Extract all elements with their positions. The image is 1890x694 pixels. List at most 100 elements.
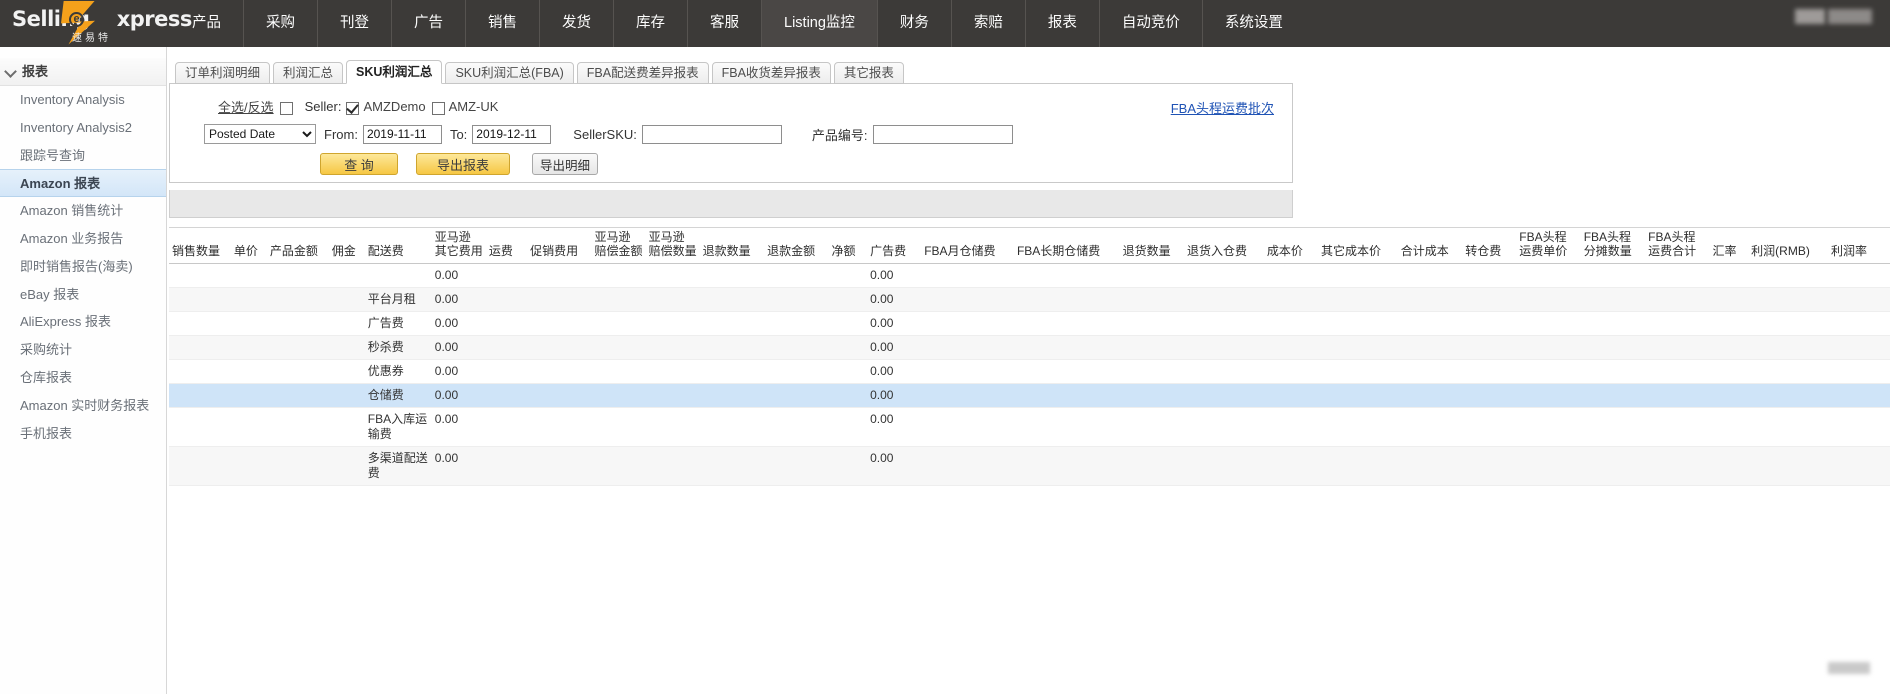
table-column-header-freight[interactable]: 运费	[485, 228, 528, 264]
date-type-select[interactable]: Posted DateOrder DateShipment Date	[204, 124, 316, 144]
table-cell-net	[828, 446, 868, 486]
table-cell-unit_price	[230, 311, 267, 336]
table-cell-cost_price	[1263, 335, 1318, 360]
nav-item-11[interactable]: 报表	[1024, 0, 1099, 47]
table-column-header-return_qty[interactable]: 退货数量	[1119, 228, 1184, 264]
nav-item-5[interactable]: 发货	[539, 0, 613, 47]
table-column-header-restock_fee[interactable]: 退货入仓费	[1183, 228, 1264, 264]
table-column-header-fba_unit_frt[interactable]: FBA头程 运费单价	[1516, 228, 1581, 264]
nav-item-2[interactable]: 刊登	[317, 0, 391, 47]
table-column-header-fba_alloc_qty[interactable]: FBA头程 分摊数量	[1580, 228, 1646, 264]
tab-1[interactable]: 利润汇总	[273, 62, 344, 84]
table-column-header-refund_qty[interactable]: 退款数量	[699, 228, 765, 264]
nav-item-13[interactable]: 系统设置	[1201, 0, 1305, 47]
table-cell-product_amount	[266, 407, 329, 447]
select-all-checkbox[interactable]	[279, 102, 293, 115]
table-cell-refund_qty	[699, 446, 765, 486]
nav-item-1[interactable]: 采购	[243, 0, 317, 47]
table-row[interactable]: 平台月租 0.00 0.00	[169, 287, 1890, 312]
tab-6[interactable]: 其它报表	[833, 62, 904, 84]
sidebar-item-0[interactable]: Inventory Analysis	[0, 86, 166, 114]
table-column-header-commission[interactable]: 佣金	[328, 228, 365, 264]
sidebar-item-4[interactable]: Amazon 销售统计	[0, 197, 166, 225]
nav-item-8[interactable]: Listing监控	[761, 0, 877, 47]
table-column-header-qty[interactable]: 销售数量	[169, 228, 231, 264]
table-row[interactable]: 秒杀费 0.00 0.00	[169, 335, 1890, 360]
table-column-header-fx_rate[interactable]: 汇率	[1709, 228, 1749, 264]
sidebar-item-1[interactable]: Inventory Analysis2	[0, 114, 166, 142]
table-column-header-fba_longterm[interactable]: FBA长期仓储费	[1013, 228, 1120, 264]
table-column-header-fba_frt_total[interactable]: FBA头程 运费合计	[1645, 228, 1710, 264]
table-column-header-promo[interactable]: 促销费用	[527, 228, 592, 264]
seller-checkbox-amzdemo[interactable]	[346, 102, 360, 115]
app-logo[interactable]: Selling xpress e 速易特	[0, 0, 192, 47]
select-all-toggle-link[interactable]: 全选/反选	[218, 97, 274, 116]
table-cell-fba_longterm	[1013, 263, 1120, 288]
nav-item-3[interactable]: 广告	[391, 0, 465, 47]
tab-0[interactable]: 订单利润明细	[175, 62, 271, 84]
seller-checkbox-amzuk[interactable]	[431, 102, 445, 115]
table-cell-net	[828, 287, 868, 312]
table-row[interactable]: 仓储费 0.00 0.00	[169, 383, 1890, 408]
sidebar-item-11[interactable]: Amazon 实时财务报表	[0, 392, 166, 420]
sidebar-item-3[interactable]: Amazon 报表	[0, 169, 166, 198]
user-account-area-blurred[interactable]	[1795, 9, 1872, 24]
table-cell-fba_monthly	[921, 383, 1014, 408]
results-table-container[interactable]: 销售数量 单价 产品金额 佣金 配送费 亚马逊 其它费用 运费 促销费用 亚马逊 赔偿金额 亚马逊 赔偿…	[169, 227, 1890, 694]
to-date-input[interactable]	[472, 124, 552, 144]
table-column-header-transfer_fee[interactable]: 转仓费	[1462, 228, 1517, 264]
sidebar-item-7[interactable]: eBay 报表	[0, 281, 166, 309]
table-column-header-ad_fee[interactable]: 广告费	[867, 228, 922, 264]
table-row[interactable]: 广告费 0.00 0.00	[169, 311, 1890, 336]
sidebar-group-header-reports[interactable]: 报表	[0, 58, 166, 86]
tab-4[interactable]: FBA配送费差异报表	[576, 62, 709, 84]
nav-item-6[interactable]: 库存	[613, 0, 687, 47]
table-cell-fba_frt_total	[1645, 407, 1710, 447]
table-cell-product_amount	[266, 446, 329, 486]
fba-head-freight-batch-link[interactable]: FBA头程运费批次	[1171, 98, 1274, 117]
table-row[interactable]: 0.00 0.00	[169, 263, 1890, 288]
export-detail-button[interactable]: 导出明细	[532, 153, 598, 175]
nav-item-7[interactable]: 客服	[687, 0, 761, 47]
query-button[interactable]: 查 询	[320, 153, 398, 175]
product-no-input[interactable]	[872, 124, 1013, 144]
table-row[interactable]: FBA入库运输费 0.00 0.00	[169, 407, 1890, 447]
sidebar-item-6[interactable]: 即时销售报告(海卖)	[0, 253, 166, 281]
sidebar-item-10[interactable]: 仓库报表	[0, 364, 166, 392]
sidebar-item-8[interactable]: AliExpress 报表	[0, 308, 166, 336]
table-column-header-amz_comp_qty[interactable]: 亚马逊 赔偿数量	[645, 228, 700, 264]
tab-3[interactable]: SKU利润汇总(FBA)	[445, 62, 574, 84]
sidebar-item-2[interactable]: 跟踪号查询	[0, 142, 166, 170]
nav-item-4[interactable]: 销售	[465, 0, 539, 47]
from-date-input[interactable]	[362, 124, 442, 144]
table-column-header-ship_fee[interactable]: 配送费	[364, 228, 432, 264]
export-report-button[interactable]: 导出报表	[416, 153, 510, 175]
sidebar-item-5[interactable]: Amazon 业务报告	[0, 225, 166, 253]
table-cell-cost_price	[1263, 311, 1318, 336]
table-column-header-net[interactable]: 净额	[828, 228, 868, 264]
table-column-header-cost_price[interactable]: 成本价	[1263, 228, 1318, 264]
seller-sku-input[interactable]	[641, 124, 782, 144]
sidebar-item-9[interactable]: 采购统计	[0, 336, 166, 364]
table-column-header-profit_rmb[interactable]: 利润(RMB)	[1748, 228, 1829, 264]
sidebar: 报表 Inventory Analysis Inventory Analysis2…	[0, 47, 167, 694]
table-cell-transfer_fee	[1462, 287, 1517, 312]
table-column-header-profit_rate[interactable]: 利润率	[1828, 228, 1890, 264]
nav-item-12[interactable]: 自动竞价	[1098, 0, 1202, 47]
table-cell-cost_price	[1263, 446, 1318, 486]
tab-5[interactable]: FBA收货差异报表	[711, 62, 831, 84]
table-column-header-total_cost[interactable]: 合计成本	[1397, 228, 1463, 264]
table-column-header-fba_monthly[interactable]: FBA月仓储费	[921, 228, 1014, 264]
table-row[interactable]: 优惠券 0.00 0.00	[169, 359, 1890, 384]
table-column-header-refund_amt[interactable]: 退款金额	[764, 228, 829, 264]
tab-2[interactable]: SKU利润汇总	[346, 60, 443, 84]
table-column-header-amz_other[interactable]: 亚马逊 其它费用	[431, 228, 486, 264]
nav-item-9[interactable]: 财务	[876, 0, 951, 47]
sidebar-item-12[interactable]: 手机报表	[0, 420, 166, 448]
nav-item-10[interactable]: 索赔	[950, 0, 1025, 47]
table-column-header-amz_comp_amt[interactable]: 亚马逊 赔偿金额	[591, 228, 646, 264]
table-column-header-unit_price[interactable]: 单价	[230, 228, 267, 264]
table-column-header-product_amount[interactable]: 产品金额	[266, 228, 329, 264]
table-column-header-other_cost[interactable]: 其它成本价	[1317, 228, 1398, 264]
table-row[interactable]: 多渠道配送费 0.00 0.00	[169, 446, 1890, 486]
